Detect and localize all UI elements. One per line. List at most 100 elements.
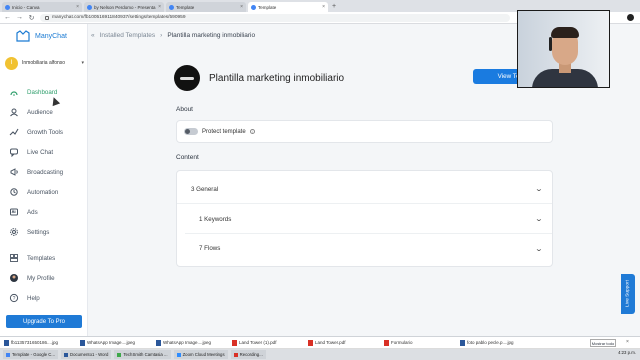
sidebar-item-broadcasting[interactable]: Broadcasting	[0, 162, 88, 182]
close-icon[interactable]: ×	[322, 4, 325, 10]
browser-tab-active[interactable]: Template ×	[248, 2, 328, 12]
sidebar-item-label: Settings	[27, 228, 50, 236]
collapse-sidebar-icon[interactable]: «	[91, 32, 95, 39]
tab-title: Template	[176, 4, 195, 10]
content-row-flows[interactable]: 7 Flows ⌄	[185, 234, 552, 263]
lock-icon	[45, 15, 49, 20]
help-icon: ?	[9, 293, 19, 303]
browser-tab[interactable]: Template ×	[166, 2, 246, 12]
upgrade-button[interactable]: Upgrade To Pro	[6, 315, 82, 328]
close-icon[interactable]: ×	[240, 4, 243, 10]
breadcrumb-separator: ›	[160, 31, 163, 39]
taskbar-app-button[interactable]: Zoom Cloud Meetings	[173, 350, 228, 359]
sidebar-item-label: Live Chat	[27, 148, 54, 156]
download-name: Formulario	[391, 340, 413, 345]
sidebar-item-automation[interactable]: Automation	[0, 182, 88, 202]
sidebar-item-dashboard[interactable]: Dashboard	[0, 82, 88, 102]
manychat-logo-icon	[16, 30, 30, 42]
favicon-icon	[169, 4, 174, 10]
account-name: Inmobiliaria alfonso	[22, 60, 66, 66]
content-card: 3 General ⌄ 1 Keywords ⌄ 7 Flows ⌄	[176, 170, 553, 267]
about-card: Protect template i	[176, 120, 553, 143]
sidebar-item-label: Ads	[27, 208, 38, 216]
app-icon	[64, 352, 68, 357]
windows-taskbar: Template - Google C... Documento1 - Word T…	[0, 349, 640, 360]
sidebar-item-templates[interactable]: Templates	[0, 248, 88, 268]
app-icon	[233, 352, 238, 357]
content-row-label: 7 Flows	[199, 245, 221, 252]
downloads-bar: fb1135731650186....jpg WhatsApp Image....…	[0, 337, 640, 349]
sidebar-item-growth-tools[interactable]: Growth Tools	[0, 122, 88, 142]
sidebar-item-ads[interactable]: Ads	[0, 202, 88, 222]
chevron-down-icon: ▾	[81, 60, 84, 66]
app-icon	[117, 352, 122, 357]
download-item[interactable]: WhatsApp Image....jpeg	[156, 338, 230, 347]
download-name: Land Tower.pdf	[315, 340, 346, 345]
download-item[interactable]: fb1135731650186....jpg	[4, 338, 78, 347]
download-item[interactable]: WhatsApp Image....jpeg	[80, 338, 154, 347]
pdf-file-icon	[232, 339, 237, 346]
browser-tab[interactable]: by Nelson Perdomo - Presenta ×	[84, 2, 164, 12]
sidebar-item-label: Broadcasting	[27, 168, 64, 176]
favicon-icon	[87, 4, 92, 10]
templates-icon	[9, 253, 19, 263]
info-icon[interactable]: i	[249, 129, 255, 134]
url-text: manychat.com/fb100516911840937/settings/…	[52, 15, 186, 20]
image-file-icon	[80, 339, 85, 346]
browser-tab[interactable]: Inicio - Canva ×	[2, 2, 82, 12]
taskbar-app-label: Template - Google C...	[12, 352, 55, 357]
sidebar-item-settings[interactable]: Settings	[0, 222, 88, 242]
download-item[interactable]: foto pablo pecle.p....jpg	[460, 338, 534, 347]
sidebar-item-label: My Profile	[27, 274, 55, 282]
close-icon[interactable]: ×	[626, 339, 629, 345]
about-heading: About	[176, 106, 193, 113]
protect-template-toggle[interactable]	[184, 128, 198, 135]
settings-icon	[9, 227, 19, 237]
app-icon	[176, 352, 181, 357]
growth-tools-icon	[9, 127, 19, 137]
webcam-overlay	[517, 10, 610, 88]
close-icon[interactable]: ×	[158, 4, 161, 10]
app-icon	[6, 352, 10, 357]
headset-mic-icon	[549, 37, 552, 51]
content-row-label: 1 Keywords	[199, 215, 232, 223]
breadcrumb-root-link[interactable]: Installed Templates	[100, 32, 156, 39]
content-row-keywords[interactable]: 1 Keywords ⌄	[185, 205, 552, 234]
svg-text:?: ?	[13, 296, 16, 302]
sidebar: ManyChat I Inmobiliaria alfonso ▾ Dashbo…	[0, 24, 88, 336]
browser-profile-avatar[interactable]	[627, 14, 634, 21]
sidebar-item-label: Help	[27, 294, 40, 302]
show-all-downloads-button[interactable]: Mostrar todo	[590, 339, 616, 347]
account-switcher[interactable]: I Inmobiliaria alfonso ▾	[5, 56, 87, 70]
close-icon[interactable]: ×	[76, 4, 79, 10]
back-icon[interactable]: ←	[4, 14, 11, 21]
sidebar-item-my-profile[interactable]: My Profile	[0, 268, 88, 288]
sidebar-item-help[interactable]: ? Help	[0, 288, 88, 308]
chevron-down-icon: ⌄	[534, 186, 544, 193]
broadcasting-icon	[9, 167, 19, 177]
taskbar-app-button[interactable]: Documento1 - Word	[61, 350, 112, 359]
taskbar-app-button[interactable]: TechSmith Camtasia ...	[114, 350, 171, 359]
taskbar-app-label: Documento1 - Word	[70, 352, 109, 357]
sidebar-item-live-chat[interactable]: Live Chat	[0, 142, 88, 162]
breadcrumb: « Installed Templates › Plantilla market…	[91, 30, 255, 40]
reload-icon[interactable]: ↻	[28, 14, 35, 22]
download-item[interactable]: Land Tower (1).pdf	[232, 338, 306, 347]
url-input[interactable]: manychat.com/fb100516911840937/settings/…	[40, 13, 510, 22]
content-row-label: 3 General	[191, 185, 219, 193]
download-name: foto pablo pecle.p....jpg	[467, 340, 514, 345]
live-support-button[interactable]: Live Support	[621, 274, 635, 314]
sidebar-item-audience[interactable]: Audience	[0, 102, 88, 122]
brand-logo[interactable]: ManyChat	[16, 30, 67, 42]
taskbar: fb1135731650186....jpg WhatsApp Image....…	[0, 336, 640, 360]
new-tab-button[interactable]: +	[332, 3, 336, 10]
download-item[interactable]: Land Tower.pdf	[308, 338, 382, 347]
download-name: fb1135731650186....jpg	[11, 340, 58, 345]
taskbar-app-button[interactable]: Template - Google C...	[3, 350, 58, 359]
taskbar-app-button[interactable]: Recording...	[230, 350, 266, 359]
download-item[interactable]: Formulario	[384, 338, 458, 347]
content-row-general[interactable]: 3 General ⌄	[177, 175, 552, 204]
sidebar-item-label: Templates	[27, 254, 56, 262]
account-avatar: I	[5, 56, 18, 70]
forward-icon[interactable]: →	[16, 14, 23, 21]
